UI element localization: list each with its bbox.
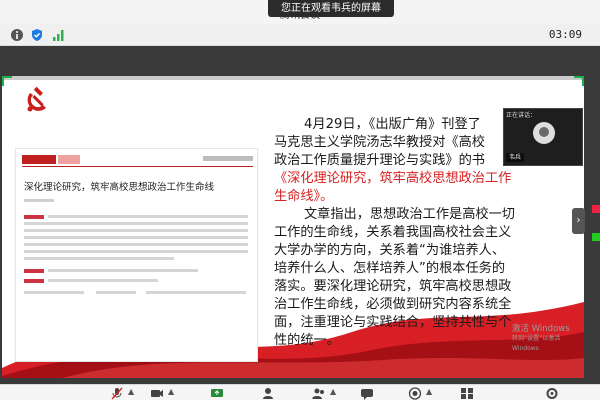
chevron-up-icon[interactable]: ▲	[330, 387, 336, 396]
activation-title: 激活 Windows	[512, 324, 570, 334]
abstract-line	[24, 236, 248, 239]
slide-text-line: 治工作生命线，必须做到研究内容系统全	[274, 297, 512, 312]
apps-icon[interactable]	[460, 387, 474, 400]
abstract-line	[24, 243, 248, 246]
chevron-up-icon[interactable]: ▲	[426, 387, 432, 396]
masthead-tag	[22, 155, 56, 164]
slide-text-line: 工作的生命线，关系着我国高校社会主义	[274, 225, 512, 240]
mic-muted-icon[interactable]	[110, 387, 124, 400]
abstract-line	[24, 222, 248, 225]
doi-line	[146, 291, 246, 294]
chevron-up-icon[interactable]: ▲	[168, 387, 174, 396]
slide-text-line-highlight: 《深化理论研究，筑牢高校思想政治工作	[274, 171, 512, 186]
share-screen-icon[interactable]	[210, 387, 224, 400]
speaker-video-tile[interactable]: 正在讲话： 韦兵	[503, 108, 583, 166]
signal-icon[interactable]	[52, 28, 66, 42]
title-bar: 腾讯会议 您正在观看韦兵的屏幕	[0, 0, 600, 24]
abstract-line	[24, 257, 174, 260]
slide-text-line: 生命线》。	[274, 188, 546, 206]
meeting-status-bar: 03:09	[0, 24, 600, 46]
slide-top-strip	[2, 76, 584, 80]
active-speaker-header: 正在讲话：	[506, 112, 537, 119]
highlight-text: 生命线》。	[274, 189, 334, 204]
slide-text-line: 性的统一。	[274, 333, 340, 348]
frame-corner	[2, 76, 12, 86]
meeting-timer: 03:09	[548, 28, 582, 41]
edge-indicator-green	[592, 233, 600, 241]
clipping-author	[24, 199, 54, 202]
hammer-sickle-emblem-icon	[27, 86, 46, 112]
meeting-toolbar: ▲ ▲ ▲ ▲	[0, 384, 600, 400]
windows-activation-watermark: 激活 Windows 转到“设置”以激活 Windows	[512, 324, 584, 354]
invite-icon[interactable]	[262, 387, 276, 400]
record-icon[interactable]	[408, 387, 422, 400]
slide-text-line: 面，注重理论与实践结合，坚持共性与个	[274, 315, 512, 330]
settings-icon[interactable]	[545, 387, 559, 400]
meeting-window: 腾讯会议 您正在观看韦兵的屏幕 03:09	[0, 0, 600, 400]
participant-name: 韦兵	[506, 153, 525, 162]
frame-corner	[574, 76, 584, 86]
edge-indicator-red	[592, 205, 600, 213]
abstract-line	[24, 229, 248, 232]
screen-share-banner[interactable]: 您正在观看韦兵的屏幕	[268, 0, 394, 17]
clipping-title: 深化理论研究，筑牢高校思想政治工作生命线	[24, 182, 215, 193]
slide-text-line: 文章指出，思想政治工作是高校一切	[304, 207, 515, 222]
slide-text-line: 大学办学的方向，关系着“为谁培养人、	[274, 243, 506, 258]
panel-collapse-handle[interactable]: ›	[572, 208, 585, 234]
slide-text-line: 培养什么人、怎样培养人”的根本任务的	[274, 261, 506, 276]
chevron-right-icon: ›	[576, 215, 581, 226]
clipping-header	[22, 155, 253, 167]
slide-text-line: 落实。要深化理论研究，筑牢高校思想政	[274, 279, 512, 294]
activation-subtitle: 转到“设置”以激活 Windows	[512, 335, 561, 352]
section-tag	[58, 155, 80, 164]
keywords-marker	[24, 269, 44, 273]
chat-icon[interactable]	[360, 387, 374, 400]
video-icon[interactable]	[150, 387, 164, 400]
keywords-line	[48, 269, 198, 272]
shield-icon[interactable]	[30, 28, 44, 42]
shared-slide: 深化理论研究，筑牢高校思想政治工作生命线 4月29日，《出版广角》刊登了 马克思…	[2, 76, 584, 378]
classification-line	[24, 291, 84, 294]
author-info-marker	[24, 279, 44, 283]
article-clipping: 深化理论研究，筑牢高校思想政治工作生命线	[15, 148, 258, 362]
info-icon[interactable]	[10, 28, 24, 42]
abstract-marker	[24, 215, 44, 219]
classification-line	[96, 291, 136, 294]
author-info-line	[48, 279, 158, 282]
abstract-line	[24, 250, 248, 253]
abstract-line	[48, 215, 248, 218]
participants-icon[interactable]	[312, 387, 326, 400]
avatar	[533, 122, 555, 144]
issue-date	[203, 156, 253, 161]
chevron-up-icon[interactable]: ▲	[128, 387, 134, 396]
